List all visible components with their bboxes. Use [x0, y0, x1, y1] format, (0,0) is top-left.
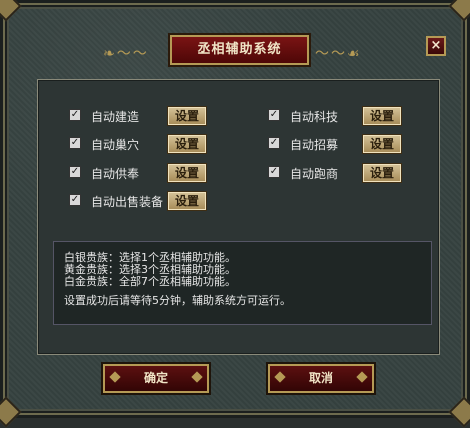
- checkbox-auto-sell-equipment[interactable]: ✓: [69, 194, 81, 206]
- checkbox-auto-build[interactable]: ✓: [69, 109, 81, 121]
- checkbox-auto-nest[interactable]: ✓: [69, 137, 81, 149]
- option-label: 自动巢穴: [91, 138, 140, 152]
- option-auto-build: ✓ 自动建造 设置: [69, 106, 209, 126]
- corner-ornament: [0, 0, 22, 22]
- confirm-button[interactable]: 确定: [103, 364, 209, 393]
- checkbox-auto-offering[interactable]: ✓: [69, 166, 81, 178]
- option-label: 自动供奉: [91, 167, 140, 181]
- settings-button-auto-build[interactable]: 设置: [167, 106, 207, 126]
- info-line-platinum: 白金贵族：全部7个丞相辅助功能。: [64, 275, 236, 288]
- checkbox-auto-tech[interactable]: ✓: [268, 109, 280, 121]
- confirm-label: 确定: [143, 371, 168, 385]
- cancel-label: 取消: [308, 371, 333, 385]
- right-flourish-icon: 〜〜☙: [315, 46, 362, 62]
- option-label: 自动出售装备: [91, 195, 164, 209]
- corner-ornament: [448, 0, 470, 22]
- corner-ornament: [448, 396, 470, 428]
- corner-ornament: [0, 396, 22, 428]
- info-note: 设置成功后请等待5分钟，辅助系统方可运行。: [64, 294, 291, 307]
- button-ornament-icon: [274, 371, 286, 383]
- settings-button-auto-sell-equipment[interactable]: 设置: [167, 191, 207, 211]
- option-label: 自动建造: [91, 110, 140, 124]
- option-auto-tech: ✓ 自动科技 设置: [268, 106, 408, 126]
- info-box: 白银贵族：选择1个丞相辅助功能。 黄金贵族：选择3个丞相辅助功能。 白金贵族：全…: [53, 241, 432, 325]
- option-auto-offering: ✓ 自动供奉 设置: [69, 163, 209, 183]
- assistant-dialog: ❧〜〜 丞相辅助系统 〜〜☙ × ✓ 自动建造 设置 ✓ 自动巢穴 设置 ✓ 自…: [0, 0, 470, 428]
- option-label: 自动科技: [290, 110, 339, 124]
- settings-button-auto-offering[interactable]: 设置: [167, 163, 207, 183]
- settings-button-auto-nest[interactable]: 设置: [167, 134, 207, 154]
- option-label: 自动跑商: [290, 167, 339, 181]
- option-auto-recruit: ✓ 自动招募 设置: [268, 134, 408, 154]
- checkbox-auto-trade[interactable]: ✓: [268, 166, 280, 178]
- button-ornament-icon: [109, 371, 121, 383]
- button-ornament-icon: [191, 371, 203, 383]
- cancel-button[interactable]: 取消: [268, 364, 374, 393]
- close-button[interactable]: ×: [426, 36, 446, 56]
- close-icon: ×: [430, 38, 442, 53]
- option-auto-trade: ✓ 自动跑商 设置: [268, 163, 408, 183]
- settings-button-auto-recruit[interactable]: 设置: [362, 134, 402, 154]
- settings-button-auto-tech[interactable]: 设置: [362, 106, 402, 126]
- option-auto-nest: ✓ 自动巢穴 设置: [69, 134, 209, 154]
- settings-button-auto-trade[interactable]: 设置: [362, 163, 402, 183]
- option-auto-sell-equipment: ✓ 自动出售装备 设置: [69, 191, 209, 211]
- dialog-title: 丞相辅助系统: [170, 35, 309, 65]
- button-ornament-icon: [356, 371, 368, 383]
- left-flourish-icon: ❧〜〜: [103, 46, 149, 62]
- title-bar: ❧〜〜 丞相辅助系统 〜〜☙: [3, 25, 467, 65]
- checkbox-auto-recruit[interactable]: ✓: [268, 137, 280, 149]
- option-label: 自动招募: [290, 138, 339, 152]
